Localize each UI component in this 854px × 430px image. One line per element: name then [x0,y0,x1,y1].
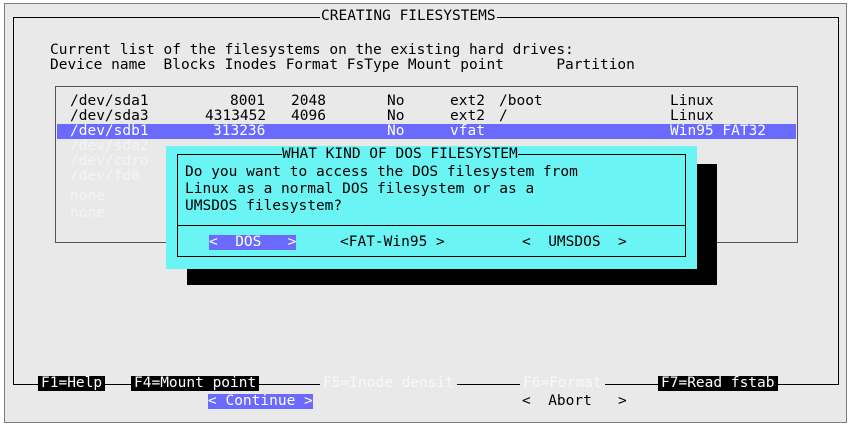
fat-win95-button[interactable]: <FAT-Win95 > [340,235,445,250]
dialog-separator [178,225,685,226]
umsdos-button[interactable]: < UMSDOS > [522,235,627,250]
partition-row-selected[interactable]: /dev/sdb1 313236 No vfat Win95 FAT32 [57,124,796,139]
mount-point-key[interactable]: F4=Mount point [131,376,260,391]
frame-left-border [13,17,14,384]
dialog-message-line: UMSDOS filesystem? [185,198,343,214]
device-name: /dev/fd0 [70,168,140,184]
fstype-value: ext2 [450,93,485,109]
partition-type: Win95 FAT32 [670,123,767,139]
frame-right-border [838,17,839,384]
partition-row[interactable]: /dev/sda3 4313452 4096 No ext2 / Linux [57,109,796,124]
blocks-value: 4313452 [205,108,267,124]
partition-row[interactable]: /dev/sda1 8001 2048 No ext2 /boot Linux [57,94,796,109]
mount-value: /boot [499,93,543,109]
read-fstab-key[interactable]: F7=Read fstab [658,376,778,391]
dialog-message-line: Linux as a normal DOS filesystem or as a [185,181,535,197]
device-name: /dev/sda3 [70,108,149,124]
column-headers: Device name Blocks Inodes Format FsType … [50,57,635,73]
format-value: No [387,123,405,139]
dialog-message-line: Do you want to access the DOS filesystem… [185,164,578,180]
dialog-title: WHAT KIND OF DOS FILESYSTEM [282,146,518,162]
device-name: /dev/sda1 [70,93,149,109]
fstype-value: ext2 [450,108,485,124]
dos-button[interactable]: < DOS > [209,235,297,250]
help-key[interactable]: F1=Help [38,376,106,391]
mount-value: / [499,108,508,124]
partition-type: Linux [670,108,714,124]
device-name: none [70,188,105,204]
inodes-value: 4096 [291,108,326,124]
dos-filesystem-dialog: WHAT KIND OF DOS FILESYSTEM Do you want … [166,146,697,269]
format-value: No [387,93,405,109]
abort-button[interactable]: < Abort > [522,394,627,409]
blocks-value: 313236 [213,123,266,139]
format-value: No [387,108,405,124]
partition-type: Linux [670,93,714,109]
fstype-value: vfat [450,123,485,139]
device-name: /dev/cdro [70,153,149,169]
inodes-value: 2048 [291,93,326,109]
window-title: CREATING FILESYSTEMS [320,8,497,24]
device-name: /dev/sdb1 [70,123,149,139]
device-name: /dev/sda2 [70,138,149,154]
inode-density-key[interactable]: F5=Inode densit [320,376,457,391]
blocks-value: 8001 [230,93,265,109]
format-key[interactable]: F6=Format [520,376,605,391]
device-name: none [70,205,105,221]
intro-text: Current list of the filesystems on the e… [50,42,574,58]
continue-button[interactable]: < Continue > [208,394,313,409]
